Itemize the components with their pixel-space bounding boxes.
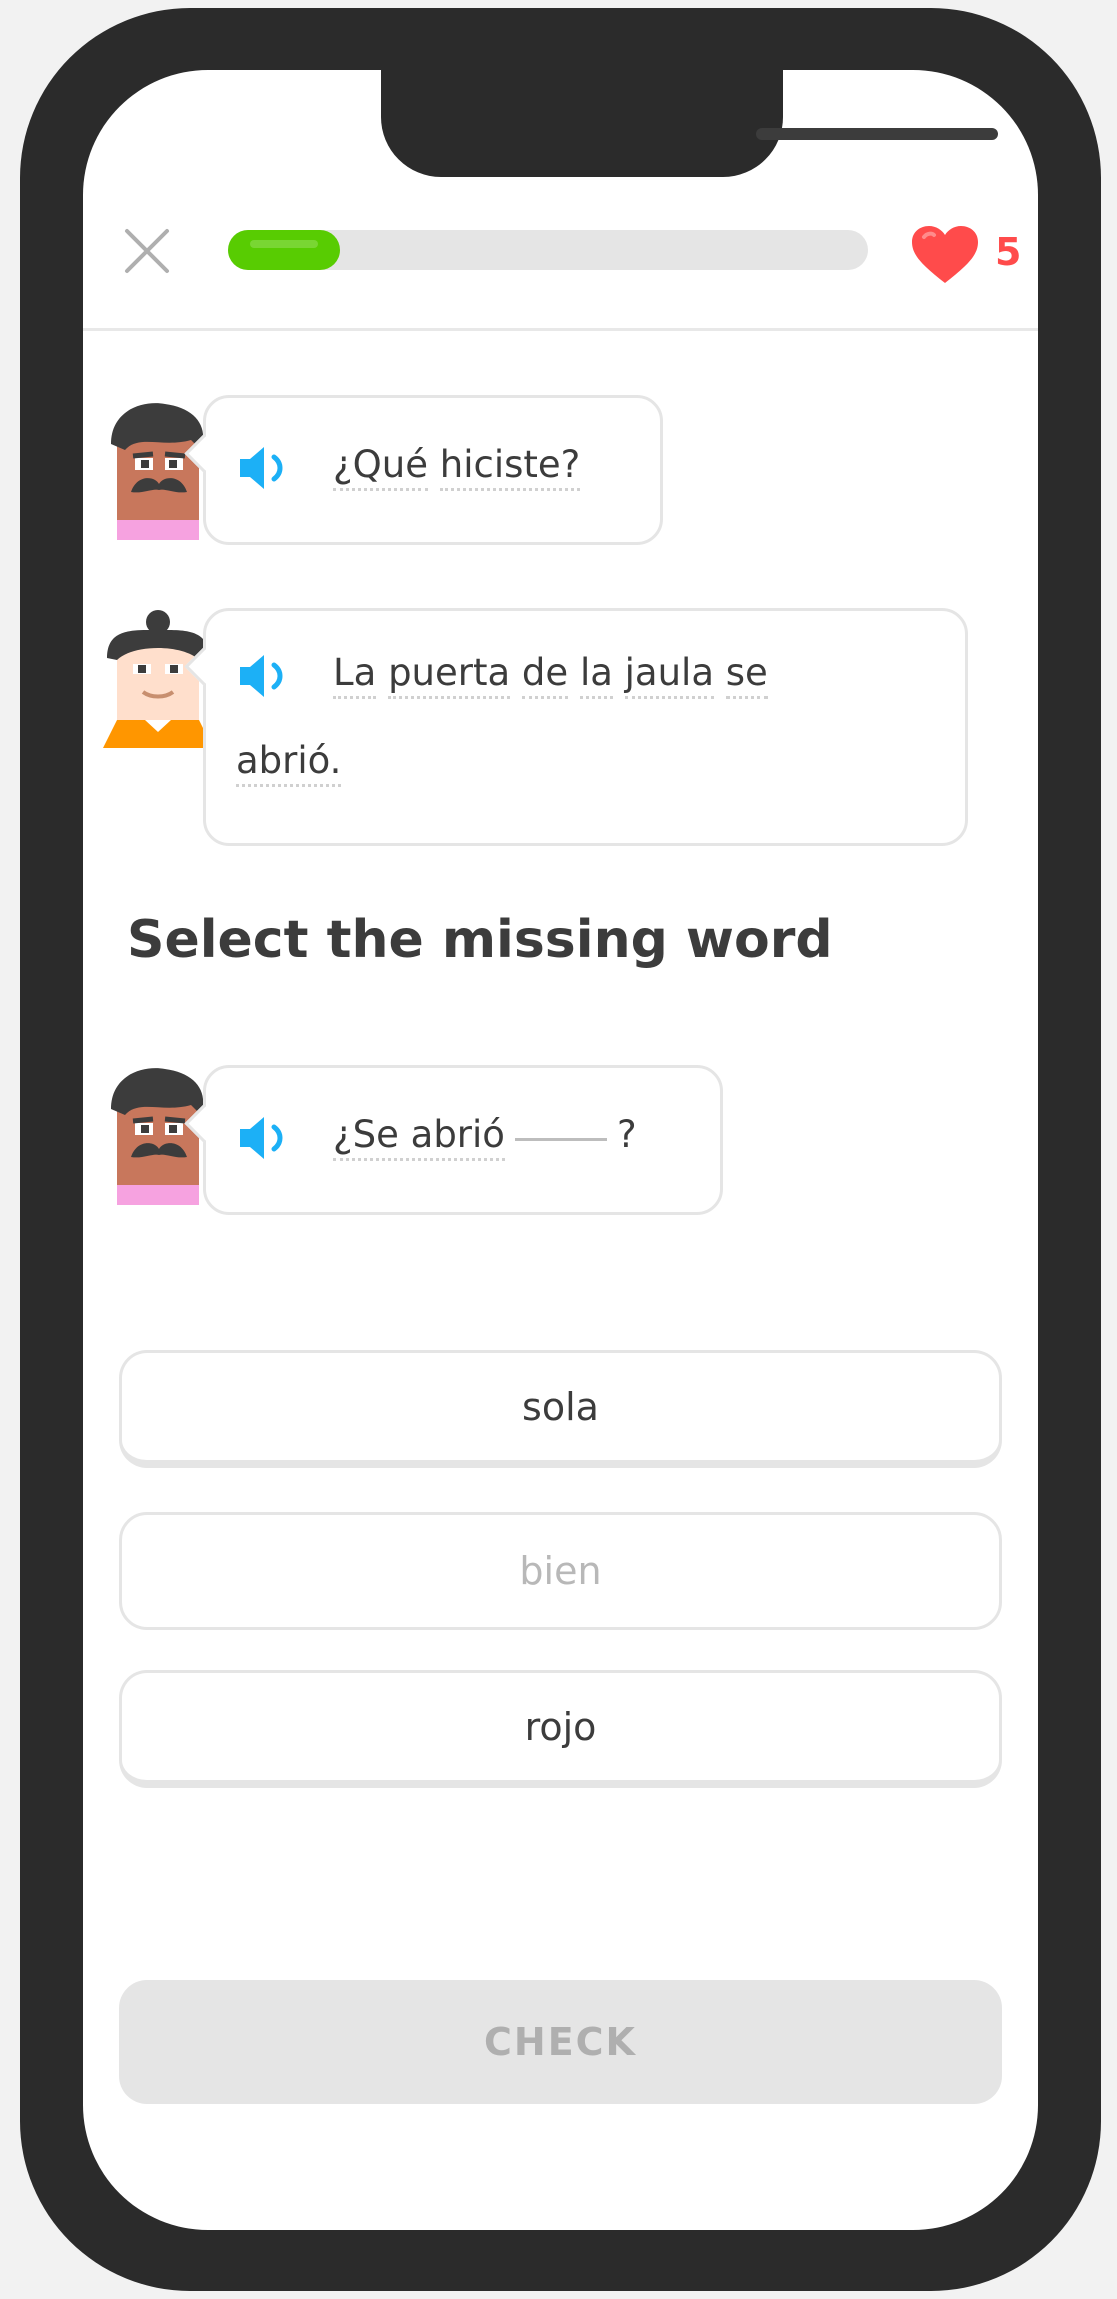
speaker-icon[interactable] bbox=[236, 651, 298, 701]
dialogue-word[interactable]: se bbox=[725, 651, 768, 699]
prompt-sentence[interactable]: ¿Se abrió? bbox=[333, 1113, 637, 1161]
earpiece bbox=[756, 128, 998, 140]
check-button[interactable]: CHECK bbox=[119, 1980, 1002, 2104]
dialogue-word[interactable]: puerta bbox=[388, 651, 511, 699]
close-icon[interactable] bbox=[123, 227, 171, 275]
dialogue-word[interactable]: abrió. bbox=[236, 739, 342, 787]
option-sola[interactable]: sola bbox=[119, 1350, 1002, 1468]
header-divider bbox=[83, 328, 1038, 331]
progress-bar bbox=[228, 230, 868, 270]
answer-blank bbox=[514, 1138, 607, 1141]
phone-frame: 5 ¿Qué hiciste? La puerta de la jaula se… bbox=[20, 8, 1101, 2291]
option-bien[interactable]: bien bbox=[119, 1512, 1002, 1630]
speaker-icon[interactable] bbox=[236, 443, 298, 493]
speaker-icon[interactable] bbox=[236, 1113, 298, 1163]
app-screen: 5 ¿Qué hiciste? La puerta de la jaula se… bbox=[83, 70, 1038, 2230]
instruction-title: Select the missing word bbox=[127, 910, 833, 970]
dialogue-word[interactable]: de bbox=[521, 651, 569, 699]
avatar-man bbox=[111, 403, 204, 540]
hearts-count: 5 bbox=[995, 230, 1022, 274]
heart-icon bbox=[912, 226, 978, 283]
prompt-text-before: ¿Se abrió bbox=[333, 1113, 505, 1161]
option-rojo[interactable]: rojo bbox=[119, 1670, 1002, 1788]
progress-highlight bbox=[250, 240, 318, 248]
prompt-text-after: ? bbox=[616, 1113, 637, 1156]
dialogue-bubble-2: La puerta de la jaula se abrió. bbox=[184, 608, 968, 846]
dialogue-word[interactable]: la bbox=[579, 651, 613, 699]
dialogue-word[interactable]: La bbox=[333, 651, 377, 699]
dialogue-word[interactable]: ¿Qué bbox=[333, 443, 428, 491]
dialogue-text-2-line-1[interactable]: La puerta de la jaula se bbox=[333, 651, 768, 699]
dialogue-word[interactable]: hiciste? bbox=[439, 443, 581, 491]
dialogue-text-1[interactable]: ¿Qué hiciste? bbox=[333, 443, 581, 491]
prompt-bubble: ¿Se abrió? bbox=[184, 1065, 723, 1215]
progress-fill bbox=[228, 230, 340, 270]
dialogue-word[interactable]: jaula bbox=[624, 651, 715, 699]
dialogue-text-2-line-2[interactable]: abrió. bbox=[236, 739, 342, 787]
phone-notch bbox=[381, 70, 998, 177]
dialogue-bubble-1: ¿Qué hiciste? bbox=[184, 395, 663, 545]
